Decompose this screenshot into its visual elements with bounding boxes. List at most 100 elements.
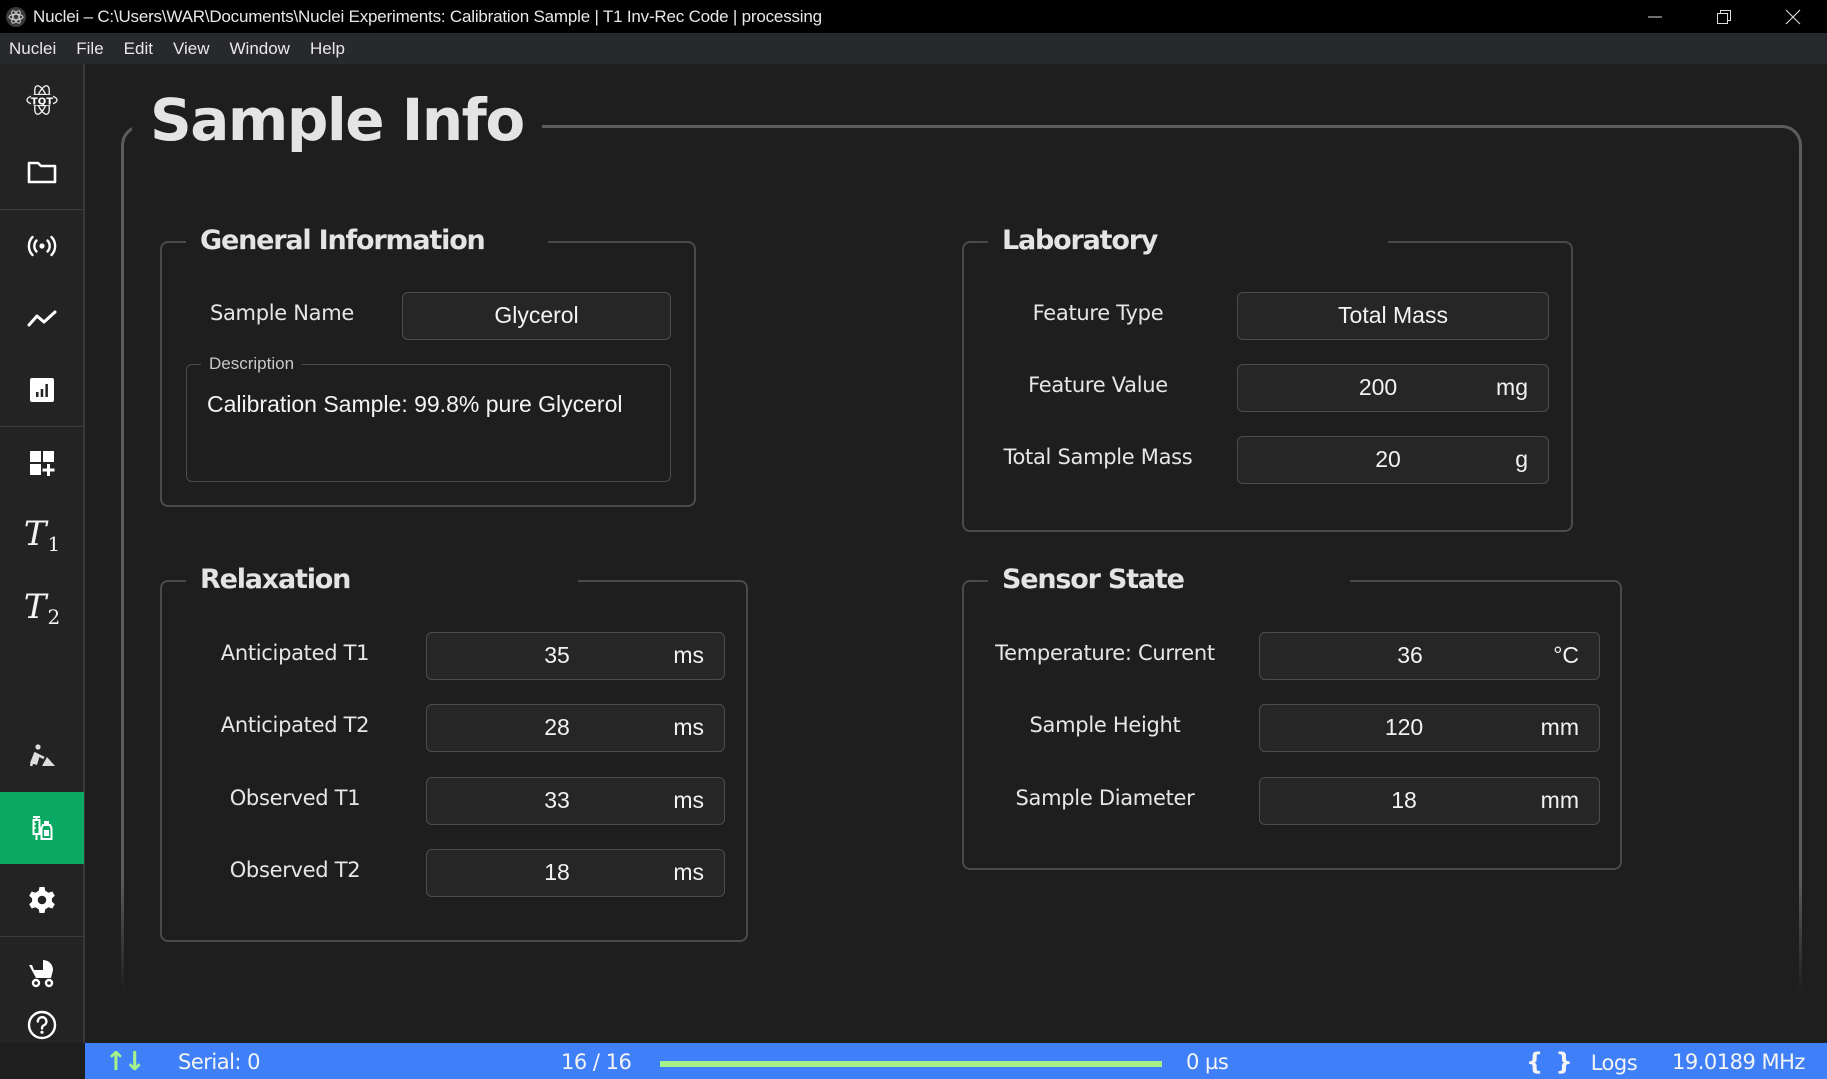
group-title: Laboratory — [988, 219, 1388, 263]
minimize-icon — [1647, 16, 1662, 17]
sensor-state-group: Sensor State Temperature: Current 36 °C … — [962, 558, 1622, 870]
total-sample-mass-label: Total Sample Mass — [1003, 445, 1193, 469]
logs-button[interactable]: { } Logs — [1526, 1043, 1638, 1079]
sample-diameter-label: Sample Diameter — [1015, 786, 1195, 810]
sidebar-item-home[interactable]: TQT — [0, 64, 84, 136]
close-icon — [1785, 9, 1800, 24]
description-field[interactable]: Description Calibration Sample: 99.8% pu… — [186, 354, 671, 482]
restore-button[interactable] — [1689, 0, 1758, 33]
menu-help[interactable]: Help — [310, 39, 345, 59]
t1-icon: T1 — [23, 513, 61, 556]
progress-bar — [660, 1061, 1162, 1067]
feature-type-label: Feature Type — [1032, 301, 1164, 325]
temperature-current-unit: °C — [1553, 642, 1579, 668]
temperature-current-value: 36 — [1397, 642, 1423, 668]
sidebar-item-stroller[interactable] — [0, 937, 84, 1009]
anticipated-t1-value: 35 — [544, 642, 570, 668]
total-sample-mass-unit: g — [1515, 446, 1528, 472]
connection-arrows-icon[interactable]: ↑↓ — [105, 1043, 146, 1079]
serial-status: Serial: 0 — [178, 1050, 261, 1074]
bar-chart-icon — [30, 378, 54, 402]
progress-count: 16 / 16 — [561, 1050, 632, 1074]
group-title: Relaxation — [186, 558, 578, 602]
sample-height-input[interactable]: 120 mm — [1259, 704, 1600, 752]
sidebar-item-open-folder[interactable] — [0, 136, 84, 208]
anticipated-t1-unit: ms — [673, 642, 704, 668]
menu-view[interactable]: View — [173, 39, 210, 59]
sidebar-item-help[interactable] — [0, 1007, 84, 1043]
frequency-readout: 19.0189 MHz — [1672, 1050, 1805, 1074]
anticipated-t2-value: 28 — [544, 714, 570, 740]
feature-value-value: 200 — [1358, 374, 1398, 400]
sidebar-item-signal[interactable] — [0, 210, 84, 282]
restore-icon — [1716, 9, 1731, 24]
sample-diameter-input[interactable]: 18 mm — [1259, 777, 1600, 825]
sidebar-item-bar-chart[interactable] — [0, 354, 84, 426]
anticipated-t1-input[interactable]: 35 ms — [426, 632, 725, 680]
logs-label: Logs — [1590, 1051, 1638, 1075]
help-circle-icon — [27, 1010, 57, 1040]
observed-t1-input[interactable]: 33 ms — [426, 777, 725, 825]
observed-t2-unit: ms — [673, 859, 704, 885]
t2-icon: T2 — [23, 586, 61, 629]
window-title: Nuclei – C:\Users\WAR\Documents\Nuclei E… — [33, 6, 822, 26]
menu-window[interactable]: Window — [230, 39, 290, 59]
tqt-atom-logo-icon: TQT — [26, 85, 58, 115]
sample-height-label: Sample Height — [1029, 713, 1181, 737]
feature-value-input[interactable]: 200 mg — [1237, 364, 1549, 412]
menu-nuclei[interactable]: Nuclei — [9, 39, 56, 59]
sidebar-item-sample-info[interactable] — [0, 792, 84, 864]
feature-value-label: Feature Value — [1028, 373, 1168, 397]
minimize-button[interactable] — [1620, 0, 1689, 33]
temperature-current-label: Temperature: Current — [995, 641, 1215, 665]
total-sample-mass-value: 20 — [1375, 446, 1401, 472]
feature-type-value: Total Mass — [1338, 302, 1448, 328]
observed-t1-value: 33 — [544, 787, 570, 813]
menu-file[interactable]: File — [76, 39, 103, 59]
general-information-group: General Information Sample Name Glycerol… — [160, 219, 696, 507]
observed-t2-value: 18 — [544, 859, 570, 885]
observed-t2-input[interactable]: 18 ms — [426, 849, 725, 897]
folder-icon — [27, 161, 57, 184]
sidebar-item-construction[interactable] — [0, 720, 84, 792]
sidebar-item-line-chart[interactable] — [0, 282, 84, 354]
page-title: Sample Info — [132, 80, 542, 160]
sample-name-label: Sample Name — [209, 301, 355, 325]
sidebar-item-t1[interactable]: T1 — [0, 499, 84, 571]
sample-height-unit: mm — [1540, 714, 1579, 740]
feature-type-input[interactable]: Total Mass — [1237, 292, 1549, 340]
description-legend: Description — [201, 354, 303, 374]
anticipated-t2-input[interactable]: 28 ms — [426, 704, 725, 752]
construction-worker-icon — [29, 744, 55, 767]
sample-name-input[interactable]: Glycerol — [402, 292, 671, 340]
group-title: Sensor State — [988, 558, 1350, 602]
anticipated-t2-label: Anticipated T2 — [220, 713, 370, 737]
app-logo-icon — [6, 6, 26, 27]
svg-text:TQT: TQT — [31, 97, 53, 108]
sample-height-value: 120 — [1384, 714, 1424, 740]
laboratory-group: Laboratory Feature Type Total Mass Featu… — [962, 219, 1573, 532]
anticipated-t1-label: Anticipated T1 — [220, 641, 370, 665]
broadcast-signal-icon — [27, 235, 57, 257]
sample-name-value: Glycerol — [494, 302, 579, 328]
sample-diameter-unit: mm — [1540, 787, 1579, 813]
elapsed-time: 0 µs — [1186, 1050, 1229, 1074]
description-value: Calibration Sample: 99.8% pure Glycerol — [207, 391, 623, 417]
total-sample-mass-input[interactable]: 20 g — [1237, 436, 1549, 484]
sidebar-item-t2[interactable]: T2 — [0, 572, 84, 644]
progress-fill — [660, 1061, 1162, 1067]
sidebar: TQT T1 T2 — [0, 64, 85, 1043]
sidebar-item-add-widget[interactable] — [0, 427, 84, 499]
menu-edit[interactable]: Edit — [124, 39, 153, 59]
sidebar-item-settings[interactable] — [0, 864, 84, 936]
baby-stroller-icon — [29, 960, 54, 988]
add-widget-icon — [30, 451, 55, 476]
menu-bar: Nuclei File Edit View Window Help — [0, 33, 1827, 64]
feature-value-unit: mg — [1496, 374, 1528, 400]
sample-diameter-value: 18 — [1391, 787, 1417, 813]
line-chart-icon — [27, 310, 57, 327]
observed-t2-label: Observed T2 — [229, 858, 361, 882]
close-button[interactable] — [1758, 0, 1827, 33]
temperature-current-input[interactable]: 36 °C — [1259, 632, 1600, 680]
sample-vials-icon — [32, 816, 53, 840]
